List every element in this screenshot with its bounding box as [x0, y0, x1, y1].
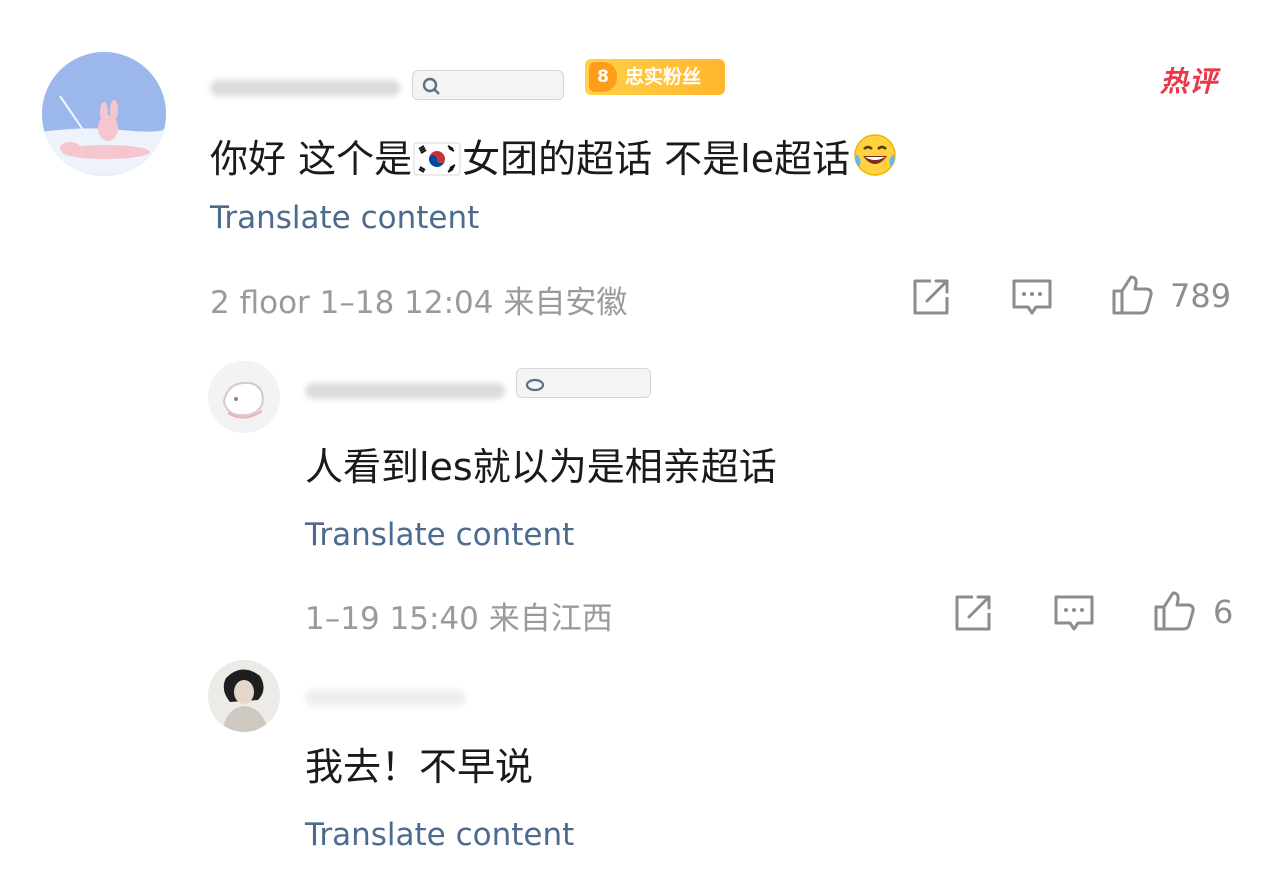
- comment-icon: [1054, 595, 1094, 631]
- laughing-emoji-icon: [854, 134, 896, 176]
- like-count: 789: [1170, 277, 1232, 315]
- forward-icon: [955, 595, 991, 631]
- like-button[interactable]: [1110, 273, 1154, 317]
- forward-button[interactable]: [951, 591, 995, 635]
- tag-icon: [422, 77, 440, 95]
- comment-meta: 2 floor 1–18 12:04 来自安徽: [210, 285, 628, 321]
- translate-content-link[interactable]: Translate content: [305, 817, 574, 853]
- comment-text: 你好 这个是 女团的超话 不是le超话: [210, 128, 900, 183]
- avatar[interactable]: [42, 52, 166, 176]
- username[interactable]: [305, 690, 465, 706]
- translate-content-link[interactable]: Translate content: [210, 200, 479, 236]
- comment-meta: 1–19 15:40 来自江西: [305, 601, 613, 637]
- user-tag-chip[interactable]: [516, 368, 651, 398]
- avatar-photo: [208, 660, 280, 732]
- comment-button[interactable]: [1052, 591, 1096, 635]
- comment-icon: [1012, 279, 1052, 315]
- fan-badge[interactable]: 8 忠实粉丝: [585, 59, 725, 95]
- avatar[interactable]: [208, 361, 280, 433]
- comment-text-part: 你好 这个是: [210, 137, 413, 181]
- fan-badge-label: 忠实粉丝: [625, 66, 702, 88]
- fan-level: 8: [589, 62, 617, 92]
- hot-comment-label: 热评: [1160, 65, 1219, 98]
- comment-text: 我去！不早说: [305, 745, 534, 789]
- korea-flag-icon: [413, 142, 461, 176]
- tag-icon: [525, 378, 545, 392]
- like-icon: [1154, 591, 1195, 631]
- username[interactable]: [210, 80, 400, 96]
- translate-content-link[interactable]: Translate content: [305, 517, 574, 553]
- like-icon: [1112, 275, 1153, 315]
- avatar-illustration: [42, 52, 166, 176]
- forward-button[interactable]: [909, 275, 953, 319]
- comment-text: 人看到les就以为是相亲超话: [305, 445, 777, 489]
- avatar[interactable]: [208, 660, 280, 732]
- username[interactable]: [305, 383, 505, 399]
- forward-icon: [913, 279, 949, 315]
- like-button[interactable]: [1152, 589, 1196, 633]
- comment-text-part: 女团的超话 不是le超话: [462, 137, 851, 181]
- avatar-illustration: [208, 361, 280, 433]
- comment-button[interactable]: [1010, 275, 1054, 319]
- user-tag-chip[interactable]: [412, 70, 564, 100]
- like-count: 6: [1213, 593, 1234, 631]
